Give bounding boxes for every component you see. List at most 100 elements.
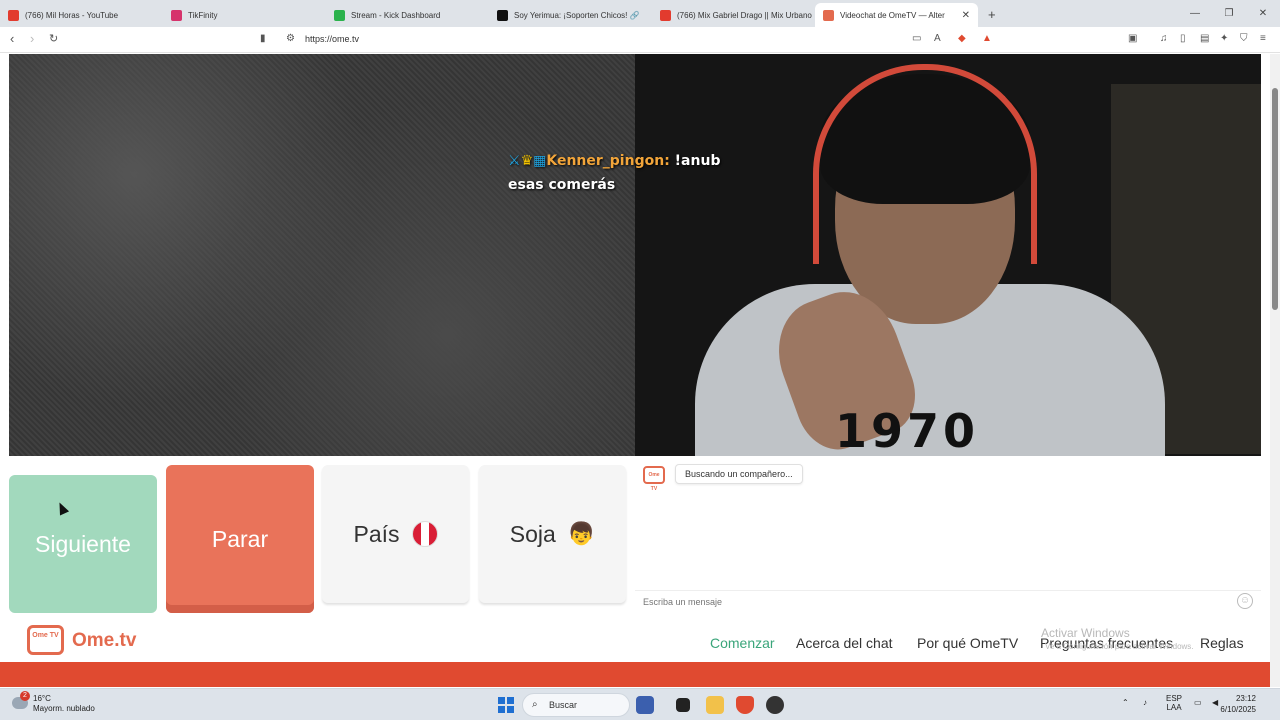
site-info-icon[interactable]: ⚙ — [286, 33, 295, 44]
browser-tab-bar: (766) Mil Horas - YouTube TikFinity Stre… — [0, 0, 1280, 27]
tab-title: Stream - Kick Dashboard — [351, 10, 441, 20]
stream-chat-overlay: ⚔♛▦Kenner_pingon: !anub esas comerás — [508, 149, 720, 197]
clock-date: 6/10/2025 — [1220, 705, 1256, 714]
notification-badge: 2 — [20, 691, 30, 701]
file-explorer-icon[interactable] — [706, 696, 724, 714]
page-content: 1970 ⚔♛▦Kenner_pingon: !anub esas comerá… — [0, 54, 1270, 687]
vpn-icon[interactable]: ⛉ — [1240, 33, 1248, 44]
chat-panel: Ome TV Buscando un compañero... ☺ — [635, 456, 1261, 613]
stop-label: Parar — [211, 525, 269, 552]
browser-tab[interactable]: (766) Mix Gabriel Drago || Mix Urbano — [652, 3, 815, 27]
weather-condition: Mayorm. nublado — [33, 704, 95, 713]
window-controls: — ❐ ✕ — [1178, 0, 1280, 27]
sub-badge-icon: ▦ — [533, 153, 547, 169]
sidebar-icon[interactable]: ▣ — [1128, 33, 1137, 44]
youtube-icon — [660, 9, 671, 21]
language-indicator[interactable]: ESP LAA — [1166, 694, 1182, 712]
cast-icon[interactable]: ▭ — [912, 33, 921, 44]
windows-activation-watermark: Activar Windows Ve a Configuración para … — [1041, 627, 1194, 653]
brave-shield-icon[interactable]: ◆ — [958, 33, 966, 44]
chat-status-bubble: Buscando un compañero... — [675, 464, 803, 484]
next-label: Siguiente — [35, 530, 131, 557]
next-button[interactable]: Siguiente — [9, 475, 157, 613]
wallet-icon[interactable]: ▤ — [1200, 33, 1209, 44]
ometv-icon — [823, 9, 834, 21]
nav-acerca-del-chat[interactable]: Acerca del chat — [796, 635, 893, 651]
windows-taskbar: 2 16°C Mayorm. nublado ⌕ Buscar ⌃ ♪ ESP … — [0, 688, 1280, 720]
browser-tab[interactable]: TikFinity — [163, 3, 326, 27]
close-window-icon[interactable]: ✕ — [1246, 0, 1280, 27]
address-bar: ‹ › ↻ ▮ ⚙ https://ome.tv ▭ A ◆ ▲ ▣ ♫ ▯ ▤… — [0, 27, 1280, 53]
tiktok-icon — [497, 9, 508, 21]
brave-rewards-icon[interactable]: ▲ — [982, 33, 992, 44]
watermark-title: Activar Windows — [1041, 626, 1130, 640]
self-video: 1970 — [635, 54, 1261, 456]
new-tab-button[interactable]: + — [988, 3, 996, 27]
chat-message-line2: esas comerás — [508, 177, 616, 193]
peru-flag-icon — [411, 521, 438, 547]
browser-tab[interactable]: (766) Mil Horas - YouTube — [0, 3, 163, 27]
crown-badge-icon: ♛ — [520, 153, 534, 169]
language-code: ESP — [1166, 694, 1183, 703]
music-icon[interactable]: ♫ — [1160, 33, 1168, 44]
restore-icon[interactable]: ❐ — [1212, 0, 1246, 27]
system-clock[interactable]: 23:12 6/10/2025 — [1220, 693, 1256, 715]
reload-icon[interactable]: ↻ — [49, 32, 58, 45]
ometv-chat-logo-icon: Ome TV — [643, 466, 665, 492]
clock-time: 23:12 — [1235, 694, 1256, 703]
tab-title: (766) Mil Horas - YouTube — [25, 10, 119, 20]
page-scrollbar[interactable] — [1270, 54, 1280, 687]
menu-icon[interactable]: ≡ — [1260, 33, 1266, 44]
nav-reglas[interactable]: Reglas — [1200, 635, 1244, 651]
search-label: Buscar — [549, 700, 578, 710]
minimize-icon[interactable]: — — [1178, 0, 1212, 27]
site-navigation: Ome TV Ome.tv Comenzar Acerca del chat P… — [0, 621, 1270, 664]
browser-tab[interactable]: Soy Yerimua: ¡Soporten Chicos! 🔗 — [489, 3, 652, 27]
tab-title: Soy Yerimua: ¡Soporten Chicos! 🔗 — [514, 10, 640, 20]
microphone-icon[interactable]: ♪ — [1143, 698, 1147, 707]
browser-tab[interactable]: Stream - Kick Dashboard — [326, 3, 489, 27]
tab-title: Videochat de OmeTV — Alter — [840, 10, 945, 20]
translate-icon[interactable]: A — [934, 33, 941, 44]
network-icon[interactable]: ▭ — [1194, 698, 1202, 707]
ometv-logo-icon[interactable]: Ome TV — [27, 625, 64, 655]
nav-por-que-ometv[interactable]: Por qué OmeTV — [917, 635, 1019, 664]
url-field[interactable]: https://ome.tv — [305, 34, 359, 44]
youtube-icon — [8, 9, 19, 21]
message-input[interactable] — [635, 590, 1261, 612]
gender-label: Soja — [509, 520, 556, 547]
boy-emoji-icon: 👦 — [567, 521, 596, 546]
stop-button[interactable]: Parar — [166, 465, 314, 613]
bookmark-icon[interactable]: ▮ — [260, 33, 266, 44]
taskbar-search[interactable]: ⌕ Buscar — [522, 693, 630, 717]
country-label: País — [353, 520, 400, 547]
task-view-icon[interactable] — [676, 698, 690, 712]
tikfinity-icon — [171, 9, 182, 21]
sweater-print: 1970 — [835, 404, 980, 456]
volume-icon[interactable]: ◀ — [1212, 698, 1218, 707]
footer-banner — [0, 662, 1270, 687]
nav-comenzar[interactable]: Comenzar — [710, 635, 775, 651]
stranger-video — [9, 54, 635, 456]
chat-message: !anub — [674, 153, 721, 169]
site-logo-text[interactable]: Ome.tv — [72, 630, 136, 652]
game-app-icon[interactable] — [636, 696, 654, 714]
country-button[interactable]: País — [322, 465, 469, 603]
tray-expand-icon[interactable]: ⌃ — [1122, 698, 1129, 707]
brave-browser-icon[interactable] — [736, 696, 754, 714]
windows-start-icon[interactable] — [498, 697, 514, 713]
headphones — [813, 64, 1037, 264]
browser-tab-active[interactable]: Videochat de OmeTV — Alter ✕ — [815, 3, 978, 27]
leo-ai-icon[interactable]: ✦ — [1220, 33, 1228, 44]
emoji-picker-icon[interactable]: ☺ — [1237, 593, 1253, 609]
reading-list-icon[interactable]: ▯ — [1180, 33, 1186, 44]
forward-icon[interactable]: › — [30, 31, 34, 46]
weather-widget[interactable]: 16°C Mayorm. nublado — [33, 694, 95, 714]
scrollbar-thumb[interactable] — [1272, 88, 1278, 310]
kick-icon — [334, 9, 345, 21]
back-icon[interactable]: ‹ — [10, 31, 14, 46]
close-tab-icon[interactable]: ✕ — [962, 10, 970, 21]
obs-icon[interactable] — [766, 696, 784, 714]
chat-username: Kenner_pingon — [546, 153, 665, 169]
gender-button[interactable]: Soja 👦 — [479, 465, 626, 603]
